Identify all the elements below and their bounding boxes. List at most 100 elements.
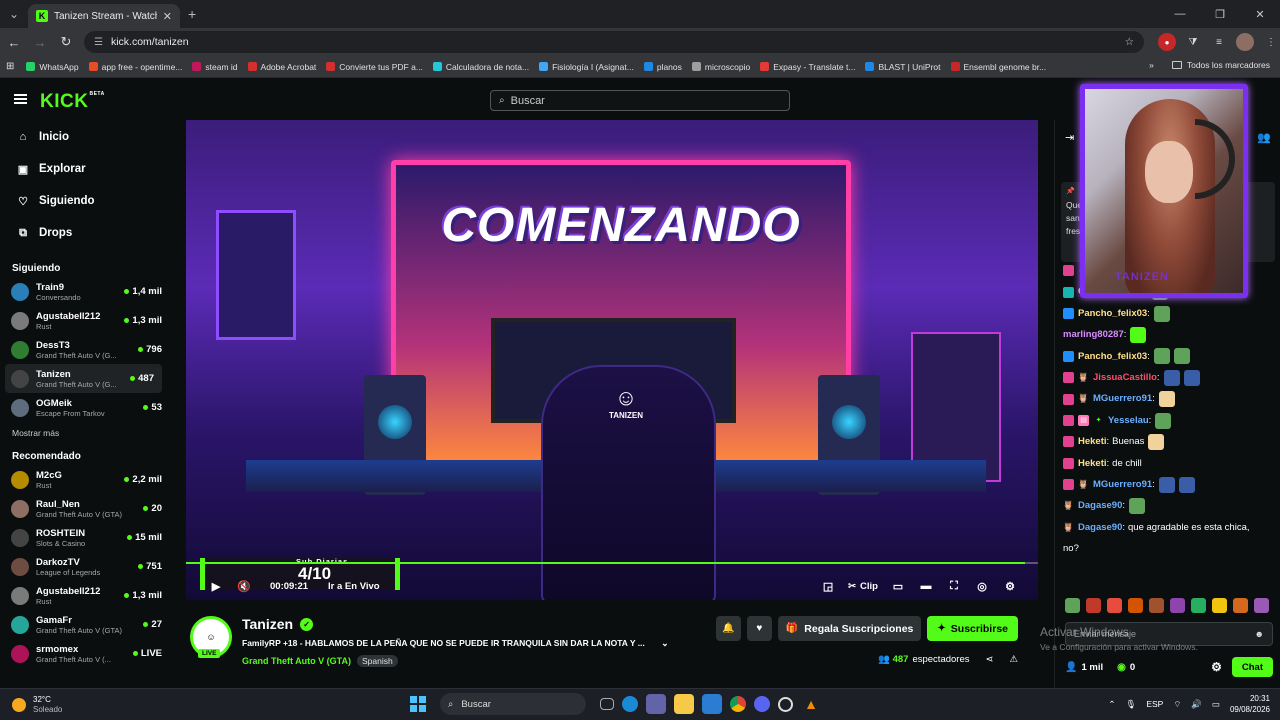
chat-users-icon[interactable]: 👥 [1257,131,1271,144]
chatgpt-icon[interactable] [778,696,793,712]
file-explorer-icon[interactable] [674,694,694,714]
video-progress-bar[interactable] [186,562,1038,564]
go-live-button[interactable]: Ir a En Vivo [328,581,380,592]
discord-icon[interactable] [754,696,770,712]
kick-logo[interactable]: KICKBETA [40,91,105,113]
play-icon[interactable]: ▶ [208,578,224,594]
search-input[interactable]: ⌕ Buscar [490,90,790,111]
profile-avatar-icon[interactable] [1236,33,1254,51]
bookmark-item[interactable]: BLAST | UniProt [865,62,941,72]
collapse-chat-icon[interactable]: ⇥ [1065,131,1074,144]
settings-gear-icon[interactable]: ⚙ [1002,578,1018,594]
language-tag[interactable]: Spanish [356,655,398,667]
bookmark-item[interactable]: Convierte tus PDF a... [326,62,423,72]
chat-emote-icon[interactable] [1158,391,1175,408]
quick-emote-icon[interactable] [1191,598,1206,613]
chat-emote-icon[interactable] [1155,412,1172,429]
channel-row[interactable]: OGMeik Escape From Tarkov 53 [0,393,170,422]
quick-emote-icon[interactable] [1086,598,1101,613]
speed-icon[interactable]: ◎ [974,578,990,594]
chat-emote-icon[interactable] [1130,326,1147,343]
site-info-icon[interactable]: ☰ [94,37,103,48]
quick-emote-icon[interactable] [1233,598,1248,613]
theater-mode-icon[interactable]: ▬ [918,578,934,594]
video-player[interactable]: COMENZANDO ☺ TANIZEN Sub Diarias 4/10 ▶ … [186,120,1038,600]
notifications-bell-icon[interactable]: 🔔 [715,616,741,641]
minimize-icon[interactable]: — [1160,0,1200,28]
windows-start-icon[interactable] [410,696,426,712]
bookmark-item[interactable]: Ensembl genome br... [950,62,1046,72]
quick-emote-icon[interactable] [1149,598,1164,613]
quick-emote-icon[interactable] [1254,598,1269,613]
channel-row[interactable]: Train9 Conversando 1,4 mil [0,277,170,306]
clip-button[interactable]: ✂ Clip [848,581,878,592]
bookmark-item[interactable]: Fisiología I (Asignat... [539,62,634,72]
bookmark-item[interactable]: microscopio [691,62,750,72]
clock[interactable]: 20:31 09/08/2026 [1230,693,1270,715]
chevron-down-icon[interactable]: ⌄ [661,638,669,648]
quick-emote-icon[interactable] [1212,598,1227,613]
sidebar-nav-explorar[interactable]: ▣ Explorar [0,153,170,185]
all-bookmarks[interactable]: » Todos los marcadores [1149,60,1270,70]
quick-emote-icon[interactable] [1065,598,1080,613]
bookmark-item[interactable]: steam id [192,62,238,72]
weather-widget[interactable]: 32°C Soleado [0,695,62,715]
share-icon[interactable]: ⋖ [986,654,994,665]
volume-icon[interactable]: 🔊 [1191,699,1202,710]
chat-username[interactable]: Dagase90 [1078,495,1122,516]
chat-emote-icon[interactable] [1153,348,1170,365]
tray-overflow-icon[interactable]: ⌃ [1108,699,1115,710]
bookmark-item[interactable]: Adobe Acrobat [247,62,316,72]
chat-username[interactable]: Heketi [1078,431,1107,452]
quick-emote-icon[interactable] [1170,598,1185,613]
chrome-icon[interactable] [730,696,746,712]
keyboard-language[interactable]: ESP [1146,699,1163,709]
bookmark-item[interactable]: planos [643,62,682,72]
new-tab-icon[interactable]: + [188,6,196,22]
chat-username[interactable]: Pancho_felix03 [1078,303,1147,324]
sidebar-nav-drops[interactable]: ⧉ Drops [0,217,170,249]
taskbar-search[interactable]: ⌕ Buscar [440,693,586,715]
mail-icon[interactable] [702,694,722,714]
streamer-name[interactable]: Tanizen [242,616,293,632]
channel-row[interactable]: M2cG Rust 2,2 mil [0,465,170,494]
sidebar-nav-inicio[interactable]: ⌂ Inicio [0,121,170,153]
channel-row[interactable]: srmomex Grand Theft Auto V (... LIVE [0,639,170,668]
bookmark-star-icon[interactable]: ☆ [1125,36,1134,48]
chat-emote-icon[interactable] [1153,305,1170,322]
menu-hamburger-icon[interactable] [14,94,27,104]
chat-username[interactable]: JissuaCastillo [1093,367,1157,388]
chat-username[interactable]: Heketi [1078,453,1107,474]
quick-emote-icon[interactable] [1128,598,1143,613]
stream-category[interactable]: Grand Theft Auto V (GTA) [242,656,351,666]
channel-row[interactable]: DessT3 Grand Theft Auto V (G... 796 [0,335,170,364]
chat-send-button[interactable]: Chat [1231,657,1273,677]
wifi-icon[interactable]: ⌔ [1173,699,1181,710]
chat-settings-gear-icon[interactable]: ⚙ [1211,660,1222,674]
back-icon[interactable]: ← [2,30,26,54]
chat-username[interactable]: Yesselau [1108,410,1149,431]
chat-username[interactable]: MGuerrero91 [1093,388,1152,409]
chat-emote-icon[interactable] [1158,476,1175,493]
extensions-puzzle-icon[interactable]: ⧩ [1184,33,1202,51]
followers-stat[interactable]: 👤 1 mil [1065,662,1103,673]
bookmark-item[interactable]: WhatsApp [26,62,79,72]
gift-subs-button[interactable]: 🎁 Regala Suscripciones [777,616,922,641]
chat-emote-icon[interactable] [1163,369,1180,386]
channel-row[interactable]: Raul_Nen Grand Theft Auto V (GTA) 20 [0,494,170,523]
forward-icon[interactable]: → [28,30,52,54]
vlc-icon[interactable]: ▲ [801,694,821,714]
maximize-icon[interactable]: ❐ [1200,0,1240,28]
sidebar-nav-siguiendo[interactable]: ♡ Siguiendo [0,185,170,217]
points-stat[interactable]: ◉ 0 [1117,662,1135,673]
report-warning-icon[interactable]: ⚠ [1009,654,1018,665]
channel-row[interactable]: Agustabell212 Rust 1,3 mil [0,306,170,335]
mute-icon[interactable]: 🔇 [236,578,252,594]
bookmarks-overflow-icon[interactable]: » [1149,60,1154,70]
emoji-icon[interactable]: ☻ [1255,629,1264,639]
edge-icon[interactable] [622,696,638,712]
reload-icon[interactable]: ↻ [54,30,78,54]
channel-row[interactable]: DarkozTV League of Legends 751 [0,552,170,581]
task-view-icon[interactable] [600,698,614,710]
menu-dots-icon[interactable]: ⋮ [1262,33,1280,51]
